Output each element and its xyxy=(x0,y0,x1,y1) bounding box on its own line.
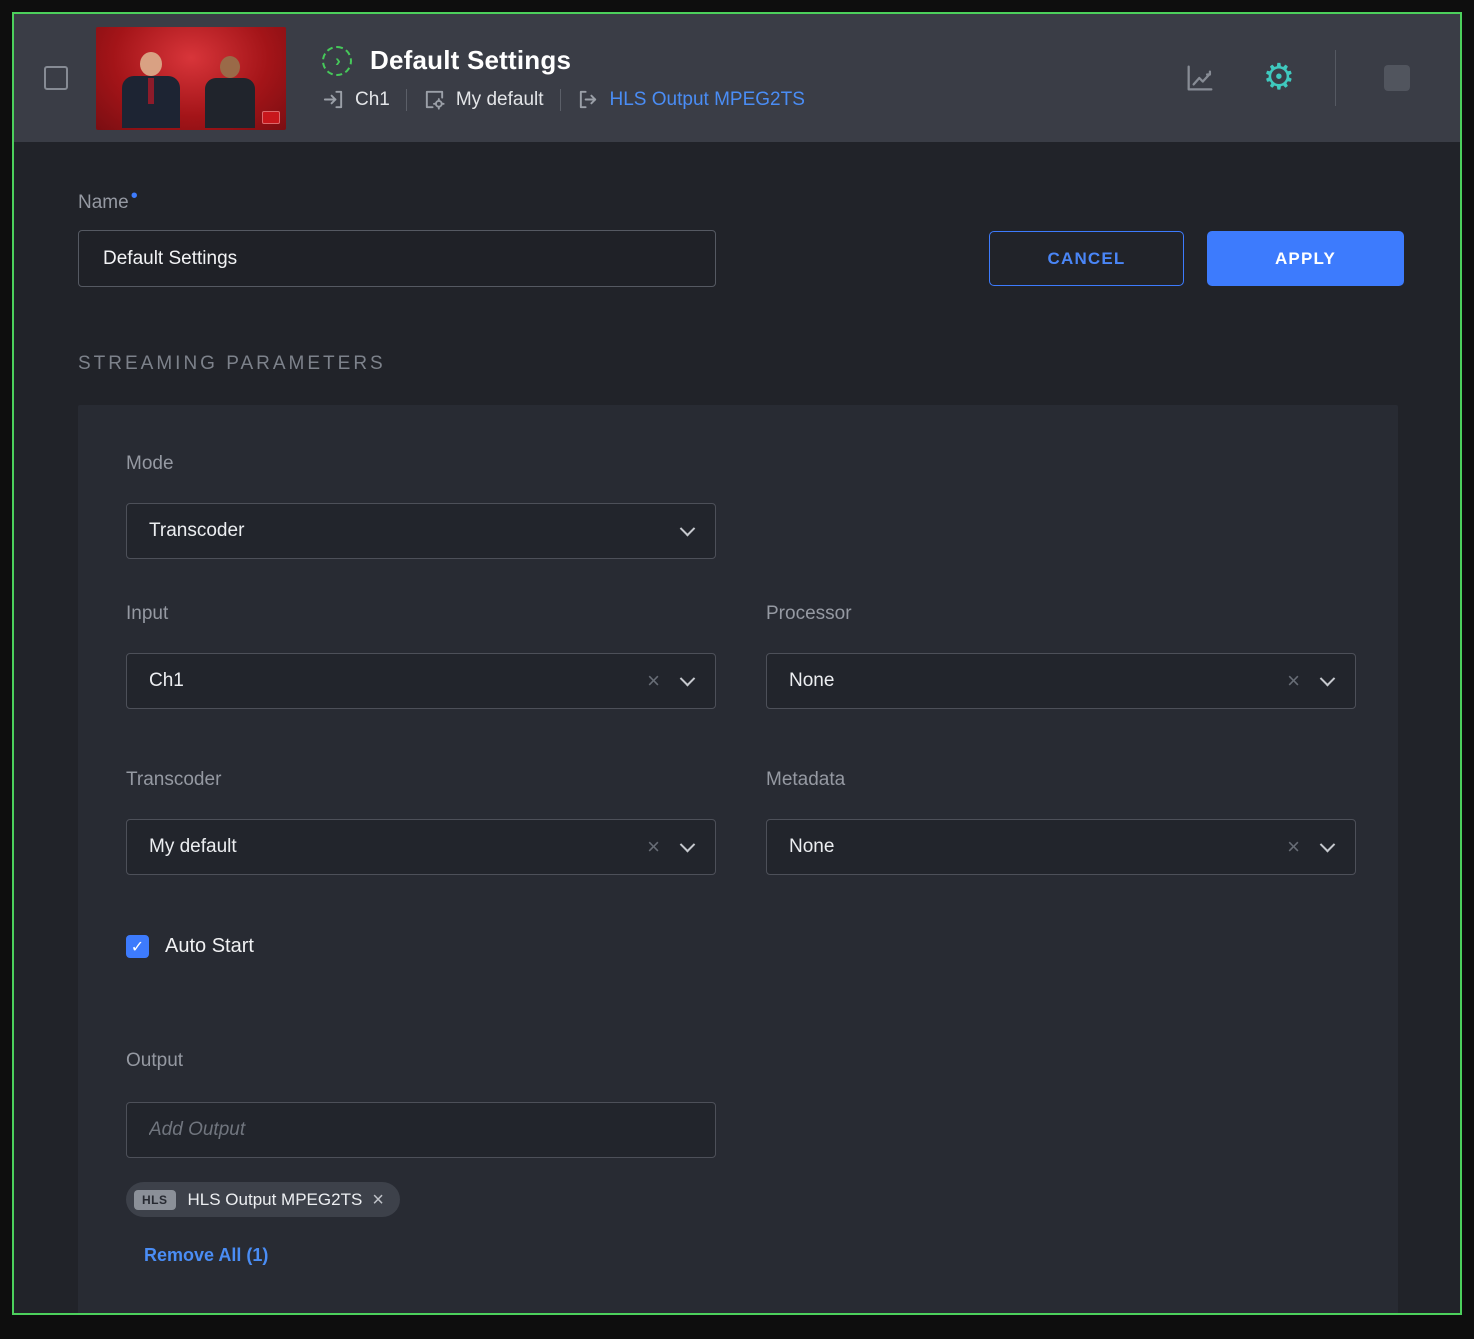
input-select-value: Ch1 xyxy=(149,670,647,692)
output-icon xyxy=(577,88,600,111)
settings-form: Name• CANCEL APPLY STREAMING PARAMETERS … xyxy=(14,142,1460,1313)
auto-start-checkbox[interactable]: ✓ Auto Start xyxy=(126,935,254,958)
transcoder-select-value: My default xyxy=(149,836,647,858)
section-title: STREAMING PARAMETERS xyxy=(78,353,1404,375)
mode-label: Mode xyxy=(126,453,174,475)
streaming-parameters-panel: Mode Transcoder Input Ch1 × Processor xyxy=(78,405,1398,1313)
metadata-select[interactable]: None × xyxy=(766,819,1356,875)
header-divider xyxy=(1335,50,1336,106)
checkbox-checked-icon: ✓ xyxy=(126,935,149,958)
status-icon: › xyxy=(322,46,352,76)
settings-gear-icon[interactable]: ⚙ xyxy=(1263,60,1295,96)
name-input[interactable] xyxy=(78,230,716,287)
output-label: Output xyxy=(126,1050,183,1072)
name-label: Name xyxy=(78,192,129,214)
output-tag[interactable]: HLS HLS Output MPEG2TS × xyxy=(126,1182,400,1217)
clear-icon[interactable]: × xyxy=(1287,670,1300,692)
transcoder-select[interactable]: My default × xyxy=(126,819,716,875)
breadcrumb-output-link[interactable]: HLS Output MPEG2TS xyxy=(610,89,805,111)
output-tag-label: HLS Output MPEG2TS xyxy=(188,1190,363,1210)
mode-select-value: Transcoder xyxy=(149,520,682,542)
chevron-down-icon xyxy=(1320,670,1336,686)
remove-output-icon[interactable]: × xyxy=(372,1190,384,1210)
anchor-silhouette xyxy=(120,52,182,130)
breadcrumb-divider xyxy=(406,89,407,111)
tv-logo xyxy=(262,111,280,124)
mode-select[interactable]: Transcoder xyxy=(126,503,716,559)
input-icon xyxy=(322,88,345,111)
cancel-button[interactable]: CANCEL xyxy=(989,231,1184,286)
metadata-label: Metadata xyxy=(766,769,845,791)
channel-thumbnail[interactable] xyxy=(96,27,286,130)
processor-select-value: None xyxy=(789,670,1287,692)
auto-start-label: Auto Start xyxy=(165,935,254,958)
clear-icon[interactable]: × xyxy=(1287,836,1300,858)
clear-icon[interactable]: × xyxy=(647,836,660,858)
add-output-input[interactable] xyxy=(126,1102,716,1158)
transcoder-label: Transcoder xyxy=(126,769,221,791)
transcoder-icon xyxy=(423,88,446,111)
metadata-select-value: None xyxy=(789,836,1287,858)
page-title: Default Settings xyxy=(370,45,571,76)
square-icon[interactable] xyxy=(1384,65,1410,91)
clear-icon[interactable]: × xyxy=(647,670,660,692)
breadcrumb-divider xyxy=(560,89,561,111)
select-checkbox[interactable] xyxy=(44,66,68,90)
processor-select[interactable]: None × xyxy=(766,653,1356,709)
header: › Default Settings Ch1 My default xyxy=(14,14,1460,142)
input-select[interactable]: Ch1 × xyxy=(126,653,716,709)
chevron-down-icon xyxy=(680,520,696,536)
chevron-down-icon xyxy=(680,670,696,686)
hls-badge: HLS xyxy=(134,1190,176,1210)
processor-label: Processor xyxy=(766,603,852,625)
breadcrumb: Ch1 My default HLS Output MPEG2TS xyxy=(322,88,805,111)
input-label: Input xyxy=(126,603,168,625)
chevron-down-icon xyxy=(680,836,696,852)
anchor-silhouette xyxy=(202,56,258,130)
required-mark: • xyxy=(131,185,138,207)
title-block: › Default Settings Ch1 My default xyxy=(322,45,805,111)
apply-button[interactable]: APPLY xyxy=(1207,231,1404,286)
chevron-down-icon xyxy=(1320,836,1336,852)
settings-panel: › Default Settings Ch1 My default xyxy=(12,12,1462,1315)
stats-icon[interactable] xyxy=(1183,61,1217,95)
remove-all-link[interactable]: Remove All (1) xyxy=(144,1245,268,1266)
breadcrumb-transcoder: My default xyxy=(456,89,544,111)
breadcrumb-input: Ch1 xyxy=(355,89,390,111)
